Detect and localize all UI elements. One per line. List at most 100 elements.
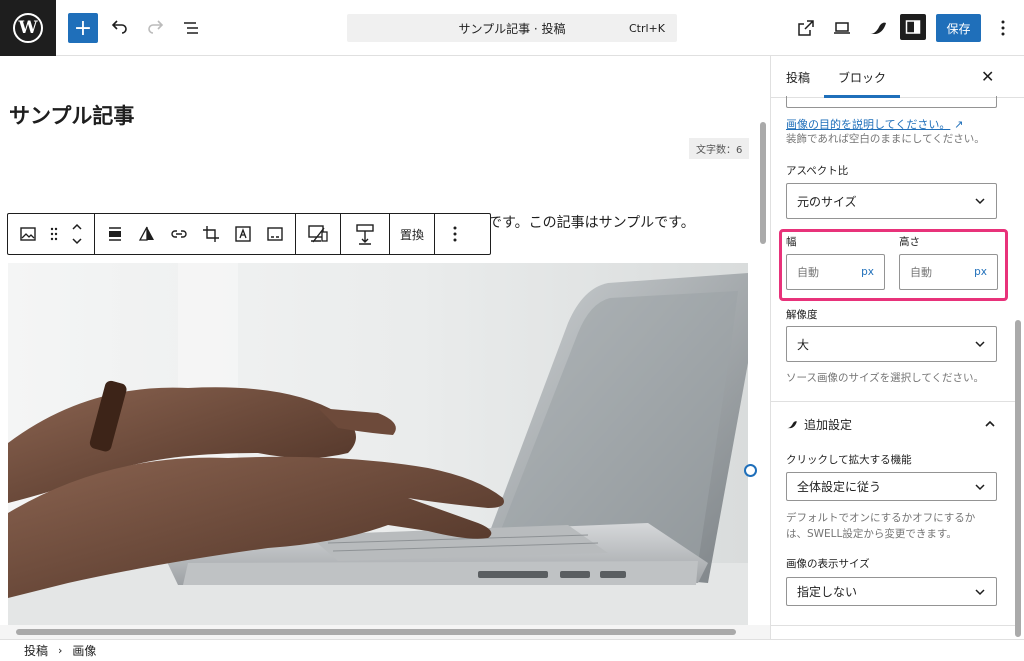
chevron-up-icon: [985, 420, 995, 427]
width-input[interactable]: 自動 px: [786, 254, 885, 290]
swell-logo-icon: [870, 22, 886, 34]
lightbox-help-line-1: デフォルトでオンにするかオフにするか: [786, 512, 976, 524]
desktop-icon: [834, 22, 850, 34]
command-title: サンプル記事 · 投稿: [458, 21, 566, 36]
alt-purpose-link[interactable]: 画像の目的を説明してください。: [786, 118, 950, 131]
more-vertical-icon: [453, 226, 457, 242]
tab-post[interactable]: 投稿: [786, 69, 810, 86]
list-view-icon: [184, 22, 198, 34]
panel-divider: [771, 401, 1015, 402]
chevron-up-down-icon: [72, 223, 82, 245]
paragraph-block[interactable]: です。この記事はサンプルです。: [488, 212, 695, 232]
undo-icon: [111, 20, 127, 34]
post-title[interactable]: サンプル記事: [9, 100, 134, 130]
laptop-photo-image: [8, 263, 748, 625]
bottom-margin-button[interactable]: [345, 218, 385, 250]
lightbox-select[interactable]: 全体設定に従う: [786, 472, 997, 501]
settings-sidebar: 投稿 ブロック ✕ 画像の目的を説明してください。 ↗ 装飾であれば空白のままに…: [770, 56, 1024, 639]
settings-sidebar-toggle[interactable]: [900, 14, 926, 40]
sidebar-vertical-scrollbar[interactable]: [1014, 100, 1022, 637]
view-post-button[interactable]: [791, 13, 821, 43]
editor-horizontal-scrollbar[interactable]: [0, 625, 770, 639]
extra-settings-title: 追加設定: [804, 418, 853, 432]
lightbox-value: 全体設定に従う: [797, 480, 882, 494]
close-icon[interactable]: ✕: [981, 67, 994, 86]
text-overlay-button[interactable]: [227, 218, 259, 250]
lightbox-label: クリックして拡大する機能: [786, 454, 912, 466]
link-icon: [171, 230, 187, 238]
redo-button[interactable]: [140, 13, 170, 43]
alt-help-text: 装飾であれば空白のままにしてください。: [786, 133, 985, 145]
align-center-icon: [109, 227, 121, 241]
breadcrumb-item-post[interactable]: 投稿: [24, 642, 48, 659]
swell-logo-icon: [787, 421, 797, 429]
lightbox-help-line-2: は、SWELL設定から変更できます。: [786, 528, 957, 540]
text-overlay-icon: [235, 226, 251, 242]
chevron-down-icon: [975, 589, 985, 596]
command-palette-bar[interactable]: サンプル記事 · 投稿 Ctrl+K: [347, 14, 677, 42]
add-block-button[interactable]: +: [68, 13, 98, 43]
tab-block[interactable]: ブロック: [823, 69, 901, 98]
resolution-select[interactable]: 大: [786, 326, 997, 362]
editor-canvas: サンプル記事 文字数：6 です。この記事はサンプルです。 置換: [0, 56, 770, 625]
margin-bottom-icon: [356, 224, 374, 245]
block-breadcrumb: 投稿 › 画像: [0, 639, 1024, 661]
alt-text-textarea[interactable]: [786, 96, 997, 108]
height-input[interactable]: 自動 px: [899, 254, 998, 290]
preview-device-button[interactable]: [827, 13, 857, 43]
block-switcher-group: [8, 214, 95, 254]
image-tools-group: [95, 214, 296, 254]
command-shortcut: Ctrl+K: [628, 21, 665, 35]
word-count-badge: 文字数：6: [689, 138, 750, 159]
aspect-ratio-label: アスペクト比: [786, 165, 849, 177]
crop-button[interactable]: [195, 218, 227, 250]
replace-button[interactable]: 置換: [394, 218, 430, 250]
duotone-filter-button[interactable]: [131, 218, 163, 250]
top-toolbar: W + サンプル記事 · 投稿 Ctrl+K 保存: [0, 0, 1024, 56]
redo-icon: [148, 20, 164, 34]
chevron-down-icon: [975, 341, 985, 348]
save-button[interactable]: 保存: [936, 14, 981, 42]
duotone-icon: [138, 226, 154, 241]
width-unit[interactable]: px: [861, 266, 874, 278]
options-menu-button[interactable]: [988, 13, 1018, 43]
block-toolbar: 置換: [7, 213, 491, 255]
drag-handle-icon: [50, 227, 58, 241]
image-block[interactable]: [8, 263, 748, 625]
display-size-value: 指定しない: [797, 585, 858, 599]
swell-margin-group: [341, 214, 390, 254]
breadcrumb-item-image[interactable]: 画像: [72, 642, 96, 659]
more-vertical-icon: [1001, 20, 1005, 36]
image-resize-handle[interactable]: [744, 464, 757, 477]
height-label: 高さ: [899, 236, 920, 248]
image-icon: [20, 227, 36, 241]
display-size-select[interactable]: 指定しない: [786, 577, 997, 606]
resolution-help-text: ソース画像のサイズを選択してください。: [786, 372, 985, 384]
device-visibility-button[interactable]: [300, 218, 336, 250]
height-unit[interactable]: px: [974, 266, 987, 278]
aspect-ratio-select[interactable]: 元のサイズ: [786, 183, 997, 219]
replace-group: 置換: [390, 214, 436, 254]
document-overview-button[interactable]: [176, 13, 206, 43]
drag-handle[interactable]: [44, 218, 64, 250]
align-button[interactable]: [99, 218, 131, 250]
wordpress-logo-icon: W: [13, 13, 43, 43]
aspect-ratio-value: 元のサイズ: [797, 194, 857, 209]
undo-button[interactable]: [105, 13, 135, 43]
image-block-type-button[interactable]: [12, 218, 44, 250]
wordpress-logo-button[interactable]: W: [0, 0, 56, 56]
more-group: [435, 214, 475, 254]
panel-divider: [771, 625, 1015, 626]
chevron-down-icon: [975, 484, 985, 491]
external-link-icon: [798, 20, 814, 36]
block-options-button[interactable]: [439, 218, 471, 250]
caption-button[interactable]: [259, 218, 291, 250]
insert-link-button[interactable]: [163, 218, 195, 250]
move-up-down-button[interactable]: [64, 218, 90, 250]
crop-icon: [203, 226, 219, 242]
editor-vertical-scrollbar[interactable]: [758, 120, 768, 625]
extra-settings-panel-header[interactable]: 追加設定: [786, 416, 996, 433]
swell-settings-button[interactable]: [863, 13, 893, 43]
resolution-value: 大: [797, 337, 810, 352]
external-link-icon: ↗: [954, 118, 964, 131]
